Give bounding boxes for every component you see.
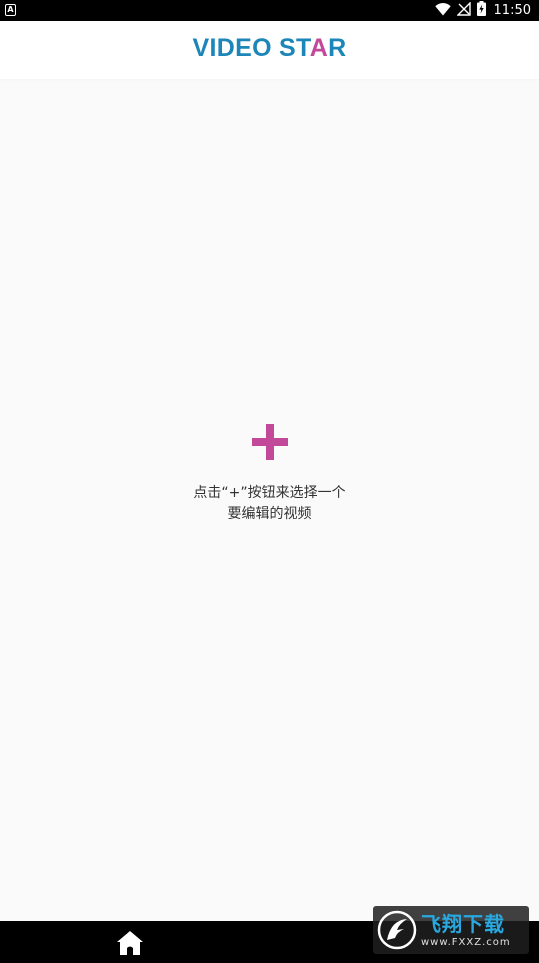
add-video-button[interactable] xyxy=(248,420,292,464)
app-title-end: R xyxy=(328,34,347,62)
empty-state: 点击“+”按钮来选择一个 要编辑的视频 xyxy=(0,420,539,525)
status-bar: A 11:50 xyxy=(0,0,539,21)
watermark-name: 飞翔下载 xyxy=(421,911,505,936)
hint-line-2: 要编辑的视频 xyxy=(227,506,312,522)
home-button[interactable] xyxy=(116,929,144,957)
app-title-accent: A xyxy=(309,34,329,62)
wifi-icon xyxy=(434,1,451,20)
fxxz-logo-icon xyxy=(377,910,417,950)
hint-line-1: 点击“+”按钮来选择一个 xyxy=(193,485,346,501)
status-time: 11:50 xyxy=(493,3,531,18)
app-title-main: VIDEO ST xyxy=(192,34,310,62)
battery-charging-icon xyxy=(476,1,486,20)
app-notification-icon: A xyxy=(5,4,16,16)
site-watermark: 飞翔下载 www.FXXZ.com xyxy=(373,906,529,954)
watermark-text: 飞翔下载 www.FXXZ.com xyxy=(421,912,511,949)
app-bar: VIDEO STAR xyxy=(0,21,539,79)
status-icons: 11:50 xyxy=(434,0,531,21)
plus-icon xyxy=(251,424,288,460)
watermark-url: www.FXXZ.com xyxy=(421,936,511,948)
home-icon xyxy=(117,931,143,955)
empty-state-hint: 点击“+”按钮来选择一个 要编辑的视频 xyxy=(0,483,539,525)
app-title: VIDEO STAR xyxy=(0,34,539,63)
signal-off-icon xyxy=(455,1,471,20)
